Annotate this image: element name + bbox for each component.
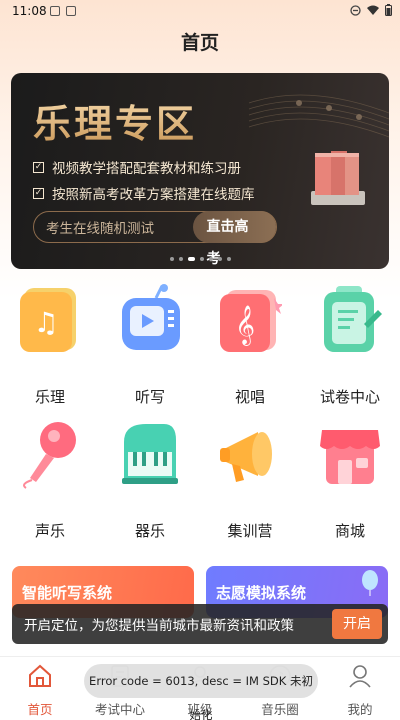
svg-text:𝄞: 𝄞 <box>235 305 255 346</box>
banner-title: 乐理专区 <box>33 93 197 148</box>
svg-text:♫: ♫ <box>33 306 58 339</box>
grid-item-shop[interactable]: 商城 <box>300 418 400 541</box>
do-not-disturb-icon <box>350 4 361 16</box>
shop-icon <box>320 430 380 484</box>
error-toast: Error code = 6013, desc = IM SDK 未初始化 <box>84 664 318 720</box>
banner-feature-2: ✓ 按照新高考改革方案搭建在线题库 <box>33 183 255 203</box>
tab-home[interactable]: 首页 <box>0 657 80 720</box>
grid-item-training-camp[interactable]: 集训营 <box>200 418 300 541</box>
tab-label: 我的 <box>347 702 373 717</box>
grid-item-vocal[interactable]: 声乐 <box>0 418 100 541</box>
grid-item-label: 商城 <box>334 522 365 540</box>
balloon-icon <box>362 570 378 596</box>
grid-item-label: 试卷中心 <box>319 388 380 406</box>
radio-player-icon <box>122 284 180 350</box>
image-notification-icon <box>66 6 76 16</box>
wifi-icon <box>367 5 379 15</box>
banner-cta-button[interactable]: 直击高考 <box>192 211 276 267</box>
exam-paper-icon <box>324 286 382 352</box>
banner-feature-1: ✓ 视频教学搭配配套教材和练习册 <box>33 157 241 177</box>
treble-clef-book-icon: 𝄞 <box>220 290 284 352</box>
grid-item-instrument[interactable]: 器乐 <box>100 418 200 541</box>
tab-label: 首页 <box>27 702 53 717</box>
megaphone-icon <box>220 432 272 482</box>
location-toast: 开启定位，为您提供当前城市最新资讯和政策 开启 <box>12 604 388 644</box>
grid-item-label: 声乐 <box>34 522 65 540</box>
profile-icon <box>349 665 371 688</box>
banner-cta[interactable]: 考生在线随机测试 直击高考 <box>33 211 277 267</box>
card-title: 志愿模拟系统 <box>216 584 307 602</box>
page-title: 首页 <box>180 32 219 54</box>
promo-banner[interactable]: 乐理专区 ✓ 视频教学搭配配套教材和练习册 ✓ 按照新高考改革方案搭建在线题库 … <box>11 73 389 269</box>
banner-feature-2-text: 按照新高考改革方案搭建在线题库 <box>52 187 255 203</box>
tab-label: 音乐圈 <box>261 702 299 717</box>
home-icon <box>29 664 51 687</box>
banner-cta-text: 考生在线随机测试 <box>46 221 154 237</box>
card-title: 智能听写系统 <box>22 584 113 602</box>
music-note-book-icon: ♫ <box>20 288 76 352</box>
banner-feature-1-text: 视频教学搭配配套教材和练习册 <box>52 161 241 177</box>
grid-item-dictation[interactable]: 听写 <box>100 284 200 407</box>
grid-item-theory[interactable]: ♫ 乐理 <box>0 284 100 407</box>
grid-item-label: 听写 <box>134 388 165 406</box>
grid-item-exam-center[interactable]: 试卷中心 <box>300 284 400 407</box>
tab-profile[interactable]: 我的 <box>320 657 400 720</box>
book-stack-icon <box>311 151 365 205</box>
grid-item-label: 器乐 <box>134 522 165 540</box>
battery-icon <box>385 4 392 16</box>
grid-item-sight-singing[interactable]: 𝄞 视唱 <box>200 284 300 407</box>
status-time: 11:08 <box>12 4 47 18</box>
enable-location-button[interactable]: 开启 <box>332 609 382 639</box>
piano-icon <box>122 424 178 484</box>
tab-label: 考试中心 <box>94 702 145 717</box>
grid-item-label: 集训营 <box>227 522 273 540</box>
grid-item-label: 视唱 <box>234 388 265 406</box>
status-bar: 11:08 <box>0 0 400 24</box>
grid-item-label: 乐理 <box>34 388 65 406</box>
checkbox-icon: ✓ <box>33 187 44 199</box>
image-notification-icon <box>50 6 60 16</box>
carousel-indicator <box>11 257 389 261</box>
microphone-icon <box>23 422 76 489</box>
checkbox-icon: ✓ <box>33 161 44 173</box>
toast-message: 开启定位，为您提供当前城市最新资讯和政策 <box>24 618 294 634</box>
